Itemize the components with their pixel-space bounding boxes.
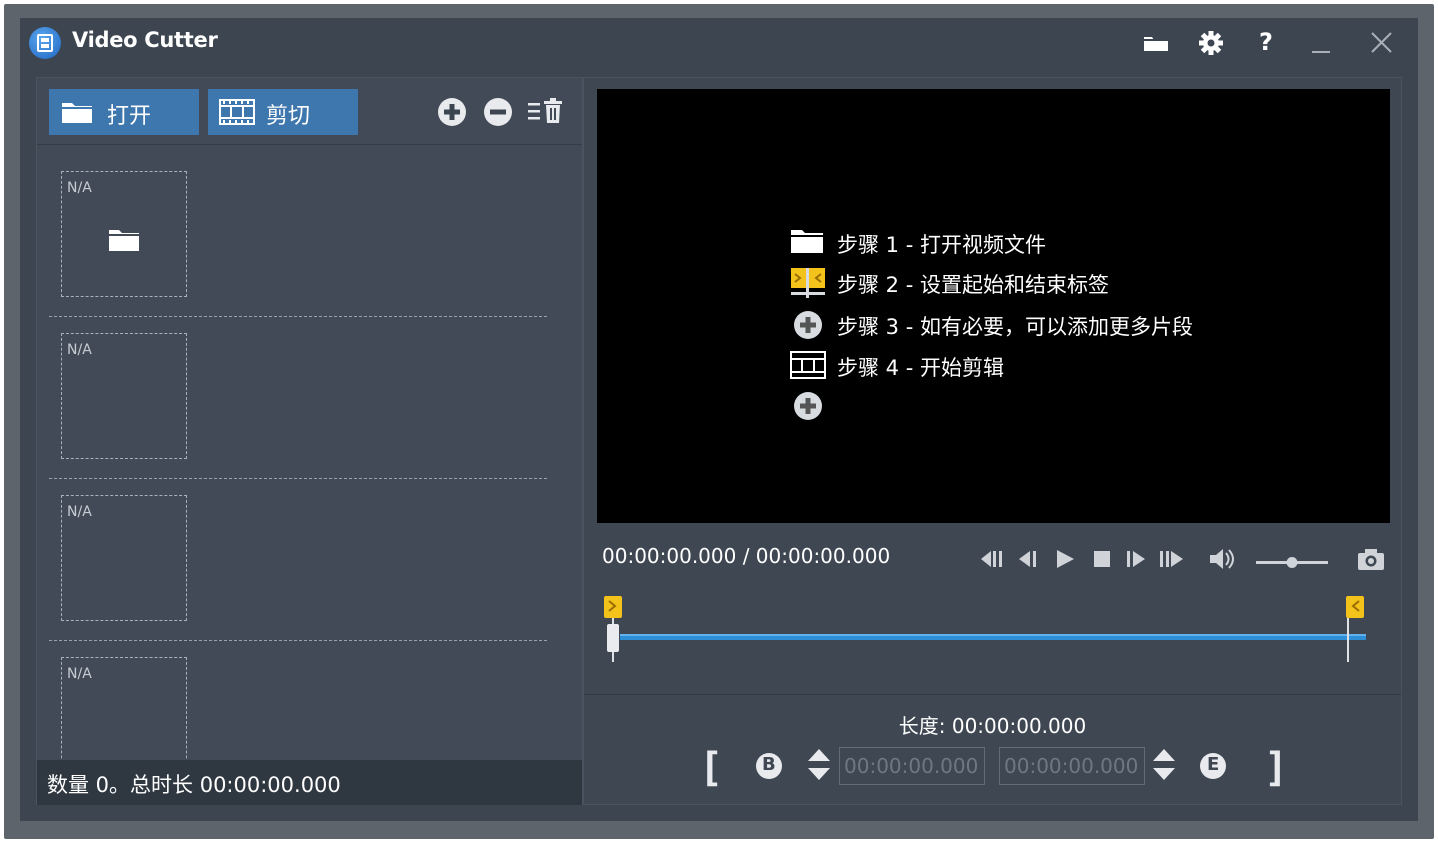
time-display: 00:00:00.000 / 00:00:00.000 <box>602 544 891 568</box>
app-window: Video Cutter ? 打开 剪切 N/A N/A N/A N/A 数量 … <box>20 18 1418 821</box>
stop-button[interactable] <box>1088 544 1116 574</box>
open-button[interactable]: 打开 <box>49 89 199 135</box>
stop-icon <box>1094 551 1110 567</box>
step-back-button[interactable] <box>1016 544 1044 574</box>
add-file-button[interactable] <box>437 97 467 127</box>
volume-knob[interactable] <box>1286 557 1298 568</box>
folder-icon <box>109 230 139 251</box>
flags-icon <box>791 268 825 298</box>
jump-end-button[interactable] <box>1157 544 1185 574</box>
file-list-panel: 打开 剪切 N/A N/A N/A N/A 数量 0。总时长 00:00:00.… <box>36 77 583 805</box>
help-button[interactable]: ? <box>1250 28 1282 58</box>
file-slot-4[interactable]: N/A <box>61 657 187 759</box>
settings-button[interactable] <box>1195 28 1227 58</box>
goto-end-button[interactable]: E <box>1198 751 1228 785</box>
cut-button-label: 剪切 <box>266 104 311 129</box>
volume-slider[interactable] <box>1256 554 1328 568</box>
film-icon <box>219 99 255 125</box>
file-slot-label: N/A <box>67 504 92 520</box>
folder-icon <box>62 103 92 123</box>
play-icon <box>1057 550 1074 568</box>
step-2-text: 步骤 2 - 设置起始和结束标签 <box>837 273 1109 297</box>
list-divider <box>49 640 547 641</box>
list-divider <box>49 478 547 479</box>
file-slot-1[interactable]: N/A <box>61 171 187 297</box>
begin-badge-label: B <box>762 754 776 775</box>
film-icon <box>790 351 826 379</box>
folder-icon <box>791 230 823 253</box>
camera-icon <box>1358 549 1384 570</box>
title-bar[interactable]: Video Cutter ? <box>20 18 1418 68</box>
folder-icon <box>1144 37 1168 51</box>
file-list[interactable]: N/A N/A N/A N/A <box>37 146 582 759</box>
end-badge-label: E <box>1207 754 1220 775</box>
play-button[interactable] <box>1052 544 1080 574</box>
close-icon <box>1371 32 1392 53</box>
updown-arrow-icon <box>808 749 830 780</box>
panel-divider <box>584 694 1401 695</box>
file-slot-2[interactable]: N/A <box>61 333 187 459</box>
minus-circle-icon <box>484 98 512 126</box>
volume-button[interactable] <box>1207 544 1235 574</box>
step-back-icon <box>1019 551 1036 567</box>
status-text: 数量 0。总时长 00:00:00.000 <box>47 773 341 797</box>
app-logo-icon <box>29 27 61 59</box>
close-button[interactable] <box>1365 28 1397 58</box>
start-time-spinner[interactable] <box>806 746 832 788</box>
player-panel: 步骤 1 - 打开视频文件 步骤 2 - 设置起始和结束标签 步骤 3 - 如有… <box>583 77 1402 805</box>
file-toolbar: 打开 剪切 <box>37 78 582 145</box>
open-folder-button[interactable] <box>1140 28 1172 58</box>
clear-list-icon <box>528 98 562 123</box>
remove-file-button[interactable] <box>483 97 513 127</box>
set-start-bracket-button[interactable]: [ <box>699 745 723 791</box>
jump-start-button[interactable] <box>979 544 1007 574</box>
playhead[interactable] <box>607 624 619 652</box>
step-4-text: 步骤 4 - 开始剪辑 <box>837 356 1004 380</box>
minimize-icon <box>1312 51 1330 53</box>
window-title: Video Cutter <box>72 28 218 52</box>
start-time-input[interactable]: 00:00:00.000 <box>839 747 985 785</box>
video-preview[interactable]: 步骤 1 - 打开视频文件 步骤 2 - 设置起始和结束标签 步骤 3 - 如有… <box>597 89 1390 523</box>
list-divider <box>49 316 547 317</box>
speaker-icon <box>1210 549 1234 569</box>
plus-circle-icon <box>794 311 822 339</box>
end-marker[interactable] <box>1346 596 1364 662</box>
cut-button[interactable]: 剪切 <box>208 89 358 135</box>
file-slot-3[interactable]: N/A <box>61 495 187 621</box>
plus-circle-icon <box>438 98 466 126</box>
start-marker[interactable] <box>604 596 622 662</box>
open-button-label: 打开 <box>107 104 152 129</box>
minimize-button[interactable] <box>1305 28 1337 58</box>
file-slot-label: N/A <box>67 180 92 196</box>
snapshot-button[interactable] <box>1355 544 1387 574</box>
jump-start-icon <box>981 551 1002 567</box>
goto-begin-button[interactable]: B <box>754 751 784 785</box>
clear-list-button[interactable] <box>527 97 567 127</box>
file-slot-label: N/A <box>67 342 92 358</box>
status-bar: 数量 0。总时长 00:00:00.000 <box>37 760 582 805</box>
jump-end-icon <box>1160 551 1183 567</box>
timeline[interactable] <box>604 594 1376 664</box>
step-forward-button[interactable] <box>1122 544 1150 574</box>
file-slot-label: N/A <box>67 666 92 682</box>
end-time-input[interactable]: 00:00:00.000 <box>999 747 1145 785</box>
step-3-text: 步骤 3 - 如有必要，可以添加更多片段 <box>837 315 1193 339</box>
step-forward-icon <box>1127 551 1145 567</box>
gear-icon <box>1199 31 1223 55</box>
length-label: 长度: 00:00:00.000 <box>898 714 1087 738</box>
end-time-spinner[interactable] <box>1151 746 1177 788</box>
step-1-text: 步骤 1 - 打开视频文件 <box>837 233 1046 257</box>
updown-arrow-icon <box>1153 749 1175 780</box>
plus-circle-icon <box>794 392 822 420</box>
help-icon: ? <box>1259 28 1273 56</box>
set-end-bracket-button[interactable]: ] <box>1264 745 1288 791</box>
